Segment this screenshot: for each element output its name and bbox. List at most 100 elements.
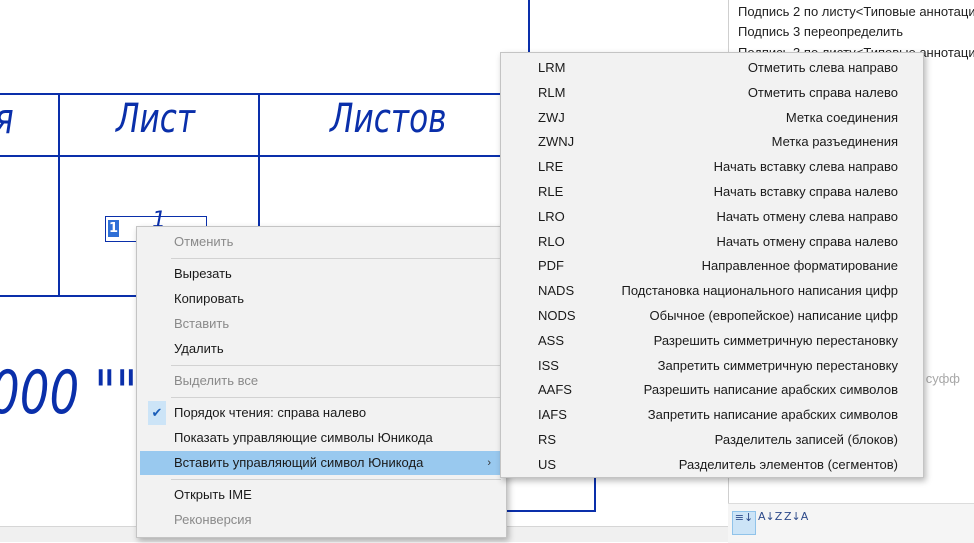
menu-item-label: Вырезать xyxy=(174,266,232,281)
menu-separator xyxy=(171,258,501,259)
submenu-item-nads[interactable]: NADS Подстановка национального написания … xyxy=(504,278,918,303)
menu-item-rtl-reading-order[interactable]: ✔ Порядок чтения: справа налево xyxy=(140,401,501,425)
submenu-item-iafs[interactable]: IAFS Запретить написание арабских символо… xyxy=(504,402,918,427)
submenu-item-description: Обычное (европейское) написание цифр xyxy=(649,308,898,323)
submenu-item-iss[interactable]: ISS Запретить симметричную перестановку xyxy=(504,353,918,378)
menu-item-label: Реконверсия xyxy=(174,512,252,527)
menu-item-cut[interactable]: Вырезать xyxy=(140,262,501,286)
submenu-item-description: Запретить симметричную перестановку xyxy=(657,357,898,373)
submenu-item-code: LRO xyxy=(538,208,565,224)
menu-item-label: Отменить xyxy=(174,234,234,249)
submenu-item-description: Начать вставку слева направо xyxy=(713,159,898,175)
frame-line-v4 xyxy=(594,476,596,512)
submenu-arrow-icon: › xyxy=(487,457,491,469)
menu-item-select-all[interactable]: Выделить все xyxy=(140,369,501,393)
submenu-item-description: Разрешить написание арабских символов xyxy=(643,382,898,398)
submenu-item-code: NADS xyxy=(538,283,575,299)
menu-item-reconversion[interactable]: Реконверсия xyxy=(140,508,501,532)
submenu-item-code: PDF xyxy=(538,258,564,274)
unicode-control-submenu: LRM Отметить слева направо RLM Отметить спр… xyxy=(500,52,924,478)
submenu-item-code: AAFS xyxy=(538,382,572,398)
submenu-item-description: Разделитель элементов (сегментов) xyxy=(678,456,898,472)
submenu-item-description: Начать отмену слева направо xyxy=(716,208,898,224)
menu-item-show-unicode-control-chars[interactable]: Показать управляющие символы Юникода xyxy=(140,426,501,450)
submenu-item-description: Запретить написание арабских символов xyxy=(647,407,898,423)
submenu-item-description: Разделитель записей (блоков) xyxy=(714,432,898,447)
sort-za-icon[interactable]: Z↓A xyxy=(784,511,808,533)
menu-item-undo[interactable]: Отменить xyxy=(140,230,501,254)
submenu-item-rlo[interactable]: RLO Начать отмену справа налево xyxy=(504,229,918,254)
submenu-item-lro[interactable]: LRO Начать отмену слева направо xyxy=(504,204,918,229)
menu-separator xyxy=(171,397,501,398)
submenu-item-aafs[interactable]: AAFS Разрешить написание арабских символо… xyxy=(504,377,918,402)
sort-categorized-icon[interactable]: ≡↓ xyxy=(732,511,756,535)
sort-az-icon[interactable]: A↓Z xyxy=(758,511,782,533)
frame-line-v2 xyxy=(258,93,260,227)
submenu-item-description: Подстановка национального написания цифр xyxy=(621,283,898,299)
menu-item-label: Удалить xyxy=(174,341,224,356)
menu-item-delete[interactable]: Удалить xyxy=(140,337,501,361)
submenu-item-code: RLM xyxy=(538,84,566,100)
submenu-item-description: Начать вставку справа налево xyxy=(713,184,898,199)
menu-item-label: Показать управляющие символы Юникода xyxy=(174,430,433,445)
submenu-item-pdf[interactable]: PDF Направленное форматирование xyxy=(504,253,918,278)
menu-item-copy[interactable]: Копировать xyxy=(140,287,501,311)
header-cell-left: я xyxy=(0,94,14,143)
menu-item-paste[interactable]: Вставить xyxy=(140,312,501,336)
property-row[interactable]: Подпись 2 по листу<Типовые аннотаци xyxy=(738,1,974,23)
submenu-item-description: Разрешить симметричную перестановку xyxy=(653,332,898,348)
frame-line-v3 xyxy=(528,0,530,52)
submenu-item-code: RLO xyxy=(538,233,565,249)
menu-item-label: Вставить xyxy=(174,316,230,331)
submenu-item-code: ASS xyxy=(538,332,565,348)
submenu-item-rlm[interactable]: RLM Отметить справа налево xyxy=(504,80,918,105)
menu-item-label: Копировать xyxy=(174,291,244,306)
submenu-item-code: RS xyxy=(538,432,557,447)
submenu-item-description: Отметить слева направо xyxy=(747,60,898,75)
property-row[interactable]: Подпись 3 переопределить xyxy=(738,21,974,43)
submenu-item-description: Отметить справа налево xyxy=(747,84,898,100)
big-annotation-text: 000 "" xyxy=(0,358,138,428)
header-cell-sheets: Листов xyxy=(330,96,447,142)
menu-item-label: Вставить управляющий символ Юникода xyxy=(174,455,424,470)
menu-item-open-ime[interactable]: Открыть IME xyxy=(140,483,501,507)
submenu-item-lrm[interactable]: LRM Отметить слева направо xyxy=(504,55,918,80)
frame-line-v1 xyxy=(58,93,60,296)
submenu-item-description: Метка разъединения xyxy=(771,134,898,150)
checkmark-icon: ✔ xyxy=(148,401,166,425)
submenu-item-description: Метка соединения xyxy=(785,109,898,125)
submenu-item-nods[interactable]: NODS Обычное (европейское) написание цифр xyxy=(504,303,918,328)
submenu-item-rs[interactable]: RS Разделитель записей (блоков) xyxy=(504,427,918,452)
submenu-item-code: RLE xyxy=(538,184,564,199)
frame-line-h5 xyxy=(505,510,595,512)
menu-separator xyxy=(171,365,501,366)
submenu-item-rle[interactable]: RLE Начать вставку справа налево xyxy=(504,179,918,204)
frame-line-mid xyxy=(0,155,500,157)
context-menu: Отменить Вырезать Копировать Вставить Уд… xyxy=(136,226,507,538)
properties-toolbar: ≡↓ A↓Z Z↓A xyxy=(728,503,974,543)
submenu-item-lre[interactable]: LRE Начать вставку слева направо xyxy=(504,154,918,179)
frame-line-top xyxy=(0,93,500,95)
submenu-item-code: US xyxy=(538,456,557,472)
selected-text[interactable]: 1 xyxy=(108,220,119,237)
frame-line-bottom xyxy=(0,295,136,297)
submenu-item-code: NODS xyxy=(538,308,576,323)
submenu-item-description: Направленное форматирование xyxy=(701,258,898,274)
submenu-item-code: LRM xyxy=(538,60,566,75)
submenu-item-code: ISS xyxy=(538,357,559,373)
menu-item-label: Выделить все xyxy=(174,373,259,388)
submenu-item-code: ZWNJ xyxy=(538,134,575,150)
submenu-item-zwnj[interactable]: ZWNJ Метка разъединения xyxy=(504,129,918,154)
menu-item-label: Открыть IME xyxy=(174,487,252,502)
menu-separator xyxy=(171,479,501,480)
header-cell-sheet: Лист xyxy=(116,96,196,142)
submenu-item-us[interactable]: US Разделитель элементов (сегментов) xyxy=(504,452,918,477)
submenu-item-zwj[interactable]: ZWJ Метка соединения xyxy=(504,105,918,130)
submenu-item-ass[interactable]: ASS Разрешить симметричную перестановку xyxy=(504,328,918,353)
submenu-item-code: LRE xyxy=(538,159,564,175)
submenu-item-description: Начать отмену справа налево xyxy=(716,233,898,249)
submenu-item-code: IAFS xyxy=(538,407,567,423)
menu-item-label: Порядок чтения: справа налево xyxy=(174,405,367,420)
submenu-item-code: ZWJ xyxy=(538,109,565,125)
menu-item-insert-unicode-control-char[interactable]: Вставить управляющий символ Юникода › xyxy=(140,451,501,475)
